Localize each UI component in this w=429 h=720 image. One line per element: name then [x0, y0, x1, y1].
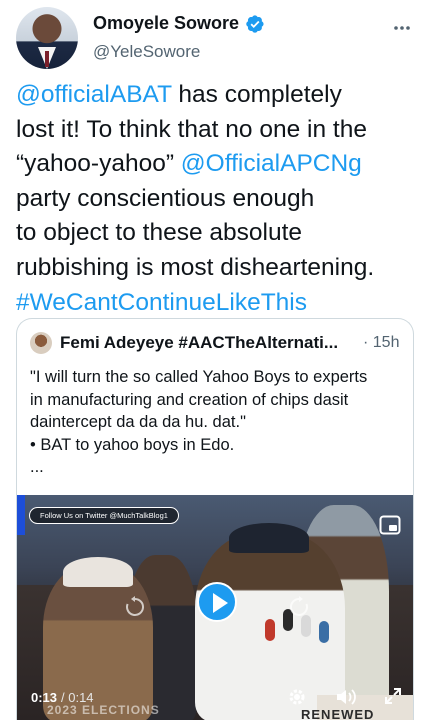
video-overlay-strip [17, 495, 25, 535]
fast-forward-icon[interactable] [287, 595, 311, 619]
volume-icon[interactable] [335, 687, 357, 707]
author-name-row: Omoyele Sowore [93, 13, 265, 34]
expand-icon[interactable] [384, 687, 402, 705]
mention-link[interactable]: @officialABAT [16, 81, 172, 108]
quote-text: "I will turn the so called Yahoo Boys to… [30, 366, 410, 479]
tweet-text-segment: to object to these absolute [16, 219, 303, 247]
author-avatar[interactable] [16, 7, 78, 69]
tweet-text-segment: lost it! To think that no one in the [16, 115, 367, 143]
play-icon [213, 593, 228, 613]
author-handle[interactable]: @YeleSowore [93, 42, 200, 62]
video-watermark-right: RENEWED [301, 707, 375, 720]
tweet-text: @officialABAT has completely lost it! To … [16, 78, 421, 320]
video-player[interactable]: Follow Us on Twitter @MuchTalkBlog1 2023… [17, 495, 413, 720]
gear-icon[interactable] [287, 687, 307, 707]
tweet-text-segment: “yahoo-yahoo” [16, 150, 181, 178]
mention-link[interactable]: @OfficialAPCNg [181, 150, 362, 177]
rewind-icon[interactable] [123, 595, 147, 619]
quoted-tweet[interactable]: Femi Adeyeye #AACTheAlternati... · 15h "… [16, 318, 414, 720]
tweet-text-line: lost it! To think that no one in the [16, 113, 421, 148]
tweet-text-line: #WeCantContinueLikeThis [16, 286, 421, 321]
quote-text-line: "I will turn the so called Yahoo Boys to… [30, 368, 368, 386]
verified-badge-icon [246, 14, 264, 33]
hashtag-link[interactable]: #WeCantContinueLikeThis [16, 289, 307, 316]
quote-text-line: ... [30, 458, 44, 476]
video-person [43, 557, 153, 720]
tweet: Omoyele Sowore @YeleSowore @officialABAT… [0, 0, 429, 720]
quote-author-name[interactable]: Femi Adeyeye #AACTheAlternati... [60, 333, 360, 353]
play-button[interactable] [197, 582, 237, 622]
quote-text-line: in manufacturing and creation of chips d… [30, 390, 349, 409]
tweet-text-line: party conscientious enough [16, 182, 421, 217]
quote-author-avatar[interactable] [30, 332, 52, 354]
tweet-text-line: @officialABAT has completely [16, 78, 421, 113]
tweet-text-segment: has completely [171, 81, 342, 108]
video-duration: / 0:14 [61, 690, 94, 705]
tweet-text-line: “yahoo-yahoo” @OfficialAPCNg [16, 147, 421, 182]
tweet-text-segment: rubbishing is most disheartening. [16, 253, 375, 281]
tweet-text-line: to object to these absolute [16, 216, 421, 251]
tweet-text-segment: party conscientious enough [16, 184, 315, 212]
quote-text-line: • BAT to yahoo boys in Edo. [30, 435, 235, 454]
quote-text-line: daintercept da da da hu. dat." [30, 413, 246, 431]
tweet-text-line: rubbishing is most disheartening. [16, 251, 421, 286]
video-current-time: 0:13 [31, 690, 58, 705]
more-options-icon[interactable] [392, 18, 412, 38]
picture-in-picture-icon[interactable] [379, 515, 401, 535]
author-display-name[interactable]: Omoyele Sowore [93, 13, 239, 34]
avatar-tie [45, 51, 49, 67]
video-watermark-left: 2023 ELECTIONS [47, 703, 160, 717]
video-overlay-tag: Follow Us on Twitter @MuchTalkBlog1 [29, 507, 179, 524]
quote-timestamp[interactable]: · 15h [363, 334, 399, 352]
